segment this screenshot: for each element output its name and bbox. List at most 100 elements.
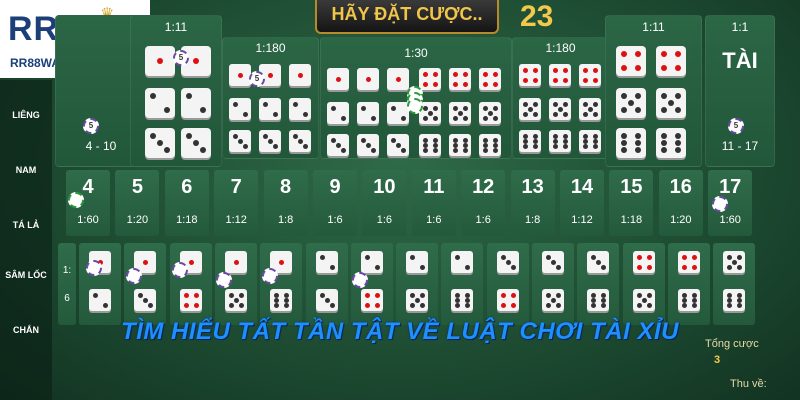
die-icon <box>89 289 111 311</box>
pair-bet-4-6[interactable] <box>667 243 710 325</box>
die-icon <box>579 64 601 86</box>
chip-icon: 5 <box>728 118 744 134</box>
sum-bet-13[interactable]: 13 1:8 <box>510 170 555 236</box>
sum-bet-6[interactable]: 6 1:18 <box>164 170 209 236</box>
pair-bet-3-4[interactable] <box>486 243 529 325</box>
chip-icon <box>172 262 188 278</box>
tai-range: 11 - 17 <box>721 139 759 153</box>
pair-odds-top: 1: <box>62 265 72 276</box>
sum-odds: 1:60 <box>719 214 741 226</box>
die-icon <box>145 46 175 76</box>
sum-bet-9[interactable]: 9 1:6 <box>313 170 357 236</box>
die-icon <box>677 251 700 273</box>
tai-bet-area[interactable]: 1:1 TÀI 5 11 - 17 <box>705 15 775 167</box>
sum-odds: 1:8 <box>277 214 294 226</box>
game-sidebar: LIÊNG NAM TÁ LẢ SÂM LỐC CHẮN <box>0 80 52 400</box>
sum-bet-5[interactable]: 5 1:20 <box>115 170 160 236</box>
sum-odds: 1:20 <box>670 214 692 226</box>
die-icon <box>451 289 474 311</box>
sidebar-item-sam-loc[interactable]: SÂM LỐC <box>4 270 48 280</box>
sum-number: 17 <box>719 176 742 198</box>
sum-odds: 1:12 <box>225 214 247 226</box>
chip-icon <box>712 196 728 212</box>
die-icon <box>145 88 175 118</box>
die-icon <box>134 289 157 311</box>
die-icon <box>677 289 700 311</box>
die-icon <box>616 128 646 158</box>
die-icon <box>406 251 429 273</box>
pair-odds-bottom: 6 <box>64 293 70 304</box>
pair-bet-2-3[interactable] <box>305 243 348 325</box>
die-icon <box>387 68 409 90</box>
chip-icon: 5 <box>173 50 189 66</box>
tai-label: TÀI <box>722 48 758 73</box>
sidebar-item-ta-la[interactable]: TÁ LẢ <box>4 220 48 230</box>
sum-number: 16 <box>669 176 692 198</box>
triple-bet-left[interactable]: 1:180 5 <box>222 37 319 159</box>
pair-bet-1-6[interactable] <box>260 243 303 325</box>
specific-triple-left[interactable]: 1:11 5 <box>130 15 222 167</box>
die-icon <box>229 98 251 120</box>
sum-bet-7[interactable]: 7 1:12 <box>214 170 259 236</box>
specific-triple-right[interactable]: 1:11 <box>605 15 702 167</box>
triple-left-odds: 1:11 <box>164 20 188 34</box>
pair-bet-1-3[interactable] <box>124 243 167 325</box>
sum-number: 8 <box>280 176 292 198</box>
sidebar-item-lieng[interactable]: LIÊNG <box>4 110 48 120</box>
die-icon <box>289 130 311 152</box>
die-icon <box>449 68 471 90</box>
sum-bet-10[interactable]: 10 1:6 <box>362 170 407 236</box>
die-icon <box>419 134 441 156</box>
sum-bet-16[interactable]: 16 1:20 <box>658 170 703 236</box>
sum-odds: 1:6 <box>327 214 343 226</box>
die-icon <box>542 251 564 273</box>
pair-bet-2-6[interactable] <box>441 243 484 325</box>
status-banner: HÃY ĐẶT CƯỢC.. <box>315 0 499 34</box>
die-icon <box>179 289 202 311</box>
sum-number: 10 <box>373 176 396 198</box>
die-icon <box>723 251 746 273</box>
pair-bet-3-6[interactable] <box>577 243 620 325</box>
pair-bet-5-6[interactable] <box>713 243 756 325</box>
sum-bet-12[interactable]: 12 1:6 <box>461 170 506 236</box>
die-icon <box>387 102 409 124</box>
sum-bet-11[interactable]: 11 1:6 <box>411 170 456 236</box>
pair-bet-4-5[interactable] <box>622 243 665 325</box>
pair-bet-3-5[interactable] <box>532 243 574 325</box>
game-table: ♛ RR88 RR88WANG.COM LIÊNG NAM TÁ LẢ SÂM … <box>0 0 800 400</box>
pair-bet-1-4[interactable] <box>169 243 212 325</box>
sum-bet-15[interactable]: 15 1:18 <box>609 170 654 236</box>
die-icon <box>632 289 655 311</box>
sum-odds: 1:60 <box>77 214 99 226</box>
pair-bet-1-2[interactable] <box>79 243 121 325</box>
die-icon <box>519 64 541 86</box>
triple-bet-right[interactable]: 1:180 <box>512 37 609 159</box>
die-icon <box>327 134 349 156</box>
chip-icon <box>86 260 102 276</box>
sum-bet-8[interactable]: 8 1:8 <box>263 170 308 236</box>
die-icon <box>357 102 379 124</box>
die-icon <box>289 98 311 120</box>
die-icon <box>587 289 610 311</box>
sidebar-item-nam[interactable]: NAM <box>4 165 48 175</box>
die-icon <box>327 102 349 124</box>
die-icon <box>616 46 646 76</box>
die-icon <box>145 128 175 158</box>
article-title: TÌM HIỂU TẤT TẦN TẬT VỀ LUẬT CHƠI TÀI XỈ… <box>121 318 679 345</box>
die-icon <box>579 130 601 152</box>
sum-number: 5 <box>131 176 143 198</box>
die-icon <box>270 289 293 311</box>
die-icon <box>542 289 564 311</box>
triple-right-180-odds: 1:180 <box>545 41 576 55</box>
total-bet-label: Tổng cược <box>705 338 759 350</box>
any-triple-bet[interactable]: 1:30 <box>320 37 512 159</box>
die-icon <box>632 251 655 273</box>
die-icon <box>229 130 251 152</box>
die-icon <box>315 251 338 273</box>
die-icon <box>616 88 646 118</box>
sum-odds: 1:18 <box>620 214 643 226</box>
die-icon <box>549 98 571 120</box>
sum-bet-14[interactable]: 14 1:12 <box>560 170 604 236</box>
sum-number: 13 <box>521 176 544 198</box>
pair-bet-2-5[interactable] <box>396 243 439 325</box>
